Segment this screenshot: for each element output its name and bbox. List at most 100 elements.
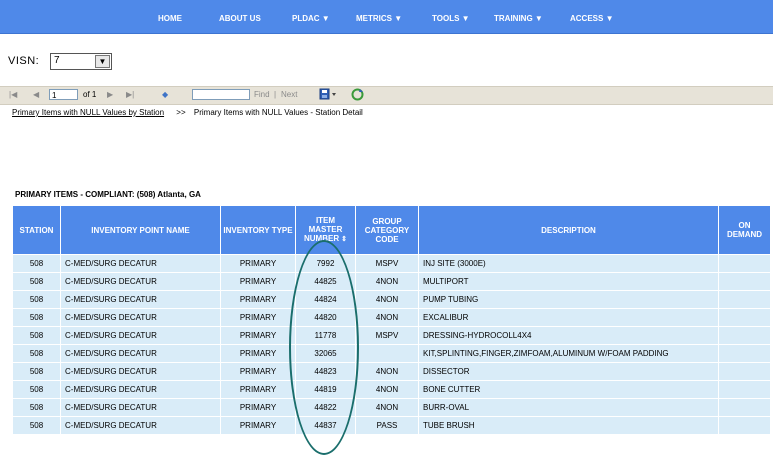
top-nav-bar: HOME ABOUT US PLDAC ▼ METRICS ▼ TOOLS ▼ … [0, 0, 773, 34]
table-cell: 4NON [355, 362, 419, 381]
chevron-down-icon[interactable]: ▼ [95, 55, 110, 68]
item-master-number-label: ITEM MASTER NUMBER [304, 216, 343, 243]
table-cell: 508 [12, 308, 61, 327]
table-cell [718, 326, 771, 345]
table-cell: PRIMARY [220, 308, 296, 327]
table-cell: 44837 [295, 416, 356, 435]
table-cell: DISSECTOR [418, 362, 719, 381]
table-cell: 32065 [295, 344, 356, 363]
table-cell: 44825 [295, 272, 356, 291]
last-page-icon[interactable]: ▶| [126, 90, 134, 99]
table-cell: 44819 [295, 380, 356, 399]
table-row: 508 C-MED/SURG DECATUR PRIMARY 44825 4NON MUL… [12, 272, 771, 291]
table-cell [718, 344, 771, 363]
visn-select[interactable]: 7 ▼ [50, 53, 112, 70]
report-toolbar: |◀ ◀ 1 of 1 ▶ ▶| ◆ Find | Next [0, 86, 773, 105]
table-row: 508 C-MED/SURG DECATUR PRIMARY 11778 MSPV DRE… [12, 326, 771, 345]
table-row: 508 C-MED/SURG DECATUR PRIMARY 44819 4NON BON… [12, 380, 771, 399]
next-link[interactable]: Next [281, 90, 297, 99]
page-number-input[interactable]: 1 [49, 89, 78, 100]
find-link[interactable]: Find [254, 90, 270, 99]
visn-label: VISN: [8, 55, 40, 67]
table-cell: 11778 [295, 326, 356, 345]
table-cell: PRIMARY [220, 344, 296, 363]
column-header-group-category-code[interactable]: GROUP CATEGORY CODE [355, 205, 419, 255]
table-row: 508 C-MED/SURG DECATUR PRIMARY 44823 4NON DIS… [12, 362, 771, 381]
column-header-on-demand[interactable]: ON DEMAND [718, 205, 771, 255]
table-cell: 44823 [295, 362, 356, 381]
table-cell: 508 [12, 290, 61, 309]
table-cell: C-MED/SURG DECATUR [60, 272, 221, 291]
previous-page-icon[interactable]: ◀ [33, 90, 39, 99]
table-row: 508 C-MED/SURG DECATUR PRIMARY 44837 PASS TUB… [12, 416, 771, 435]
report-title: PRIMARY ITEMS - COMPLIANT: (508) Atlanta… [15, 190, 201, 199]
sort-icon[interactable]: ⇕ [341, 236, 347, 243]
table-cell [718, 254, 771, 273]
find-input[interactable] [192, 89, 250, 100]
table-cell [718, 272, 771, 291]
table-cell: C-MED/SURG DECATUR [60, 290, 221, 309]
table-cell: C-MED/SURG DECATUR [60, 398, 221, 417]
export-icon[interactable] [319, 88, 337, 102]
table-cell: 508 [12, 380, 61, 399]
table-cell [718, 380, 771, 399]
nav-metrics[interactable]: METRICS ▼ [356, 0, 402, 33]
table-cell: 508 [12, 398, 61, 417]
column-header-item-master-number[interactable]: ITEM MASTER NUMBER ⇕ [295, 205, 356, 255]
table-cell: MULTIPORT [418, 272, 719, 291]
table-cell: 4NON [355, 380, 419, 399]
table-cell: PRIMARY [220, 380, 296, 399]
toolbar-separator: | [274, 90, 277, 99]
table-cell: PRIMARY [220, 290, 296, 309]
column-header-description[interactable]: DESCRIPTION [418, 205, 719, 255]
visn-selected-value: 7 [54, 55, 60, 66]
table-cell [718, 398, 771, 417]
table-cell: C-MED/SURG DECATUR [60, 308, 221, 327]
table-cell: 508 [12, 416, 61, 435]
table-cell [718, 362, 771, 381]
column-header-station[interactable]: STATION [12, 205, 61, 255]
table-row: 508 C-MED/SURG DECATUR PRIMARY 7992 MSPV INJ … [12, 254, 771, 273]
table-cell: 508 [12, 254, 61, 273]
table-cell: 44820 [295, 308, 356, 327]
table-cell: 508 [12, 344, 61, 363]
breadcrumb: Primary Items with NULL Values by Statio… [12, 108, 363, 117]
table-cell: 4NON [355, 398, 419, 417]
table-cell [718, 290, 771, 309]
table-cell: PASS [355, 416, 419, 435]
table-cell: PRIMARY [220, 416, 296, 435]
nav-tools[interactable]: TOOLS ▼ [432, 0, 470, 33]
table-cell: 4NON [355, 272, 419, 291]
refresh-icon[interactable] [351, 88, 364, 103]
table-cell: C-MED/SURG DECATUR [60, 326, 221, 345]
table-cell: PRIMARY [220, 398, 296, 417]
column-header-inventory-type[interactable]: INVENTORY TYPE [220, 205, 296, 255]
table-body: 508 C-MED/SURG DECATUR PRIMARY 7992 MSPV INJ … [12, 254, 771, 435]
table-cell: EXCALIBUR [418, 308, 719, 327]
table-cell [718, 308, 771, 327]
table-cell: PRIMARY [220, 326, 296, 345]
nav-access[interactable]: ACCESS ▼ [570, 0, 613, 33]
first-page-icon[interactable]: |◀ [9, 90, 17, 99]
nav-home[interactable]: HOME [158, 0, 182, 33]
nav-training[interactable]: TRAINING ▼ [494, 0, 543, 33]
table-cell: C-MED/SURG DECATUR [60, 344, 221, 363]
primary-items-table: STATION INVENTORY POINT NAME INVENTORY T… [12, 205, 771, 435]
table-cell: 508 [12, 326, 61, 345]
nav-pldac[interactable]: PLDAC ▼ [292, 0, 330, 33]
table-cell: 508 [12, 272, 61, 291]
table-cell: PUMP TUBING [418, 290, 719, 309]
column-header-inventory-point-name[interactable]: INVENTORY POINT NAME [60, 205, 221, 255]
breadcrumb-link-parent[interactable]: Primary Items with NULL Values by Statio… [12, 108, 164, 117]
table-row: 508 C-MED/SURG DECATUR PRIMARY 44824 4NON PUM… [12, 290, 771, 309]
table-cell: PRIMARY [220, 254, 296, 273]
table-cell: TUBE BRUSH [418, 416, 719, 435]
table-cell: DRESSING-HYDROCOLL4X4 [418, 326, 719, 345]
back-to-parent-icon[interactable]: ◆ [162, 90, 168, 99]
nav-about-us[interactable]: ABOUT US [219, 0, 261, 33]
table-row: 508 C-MED/SURG DECATUR PRIMARY 44822 4NON BUR… [12, 398, 771, 417]
next-page-icon[interactable]: ▶ [107, 90, 113, 99]
table-cell: 44822 [295, 398, 356, 417]
breadcrumb-current: Primary Items with NULL Values - Station… [193, 108, 363, 117]
breadcrumb-separator: >> [176, 108, 186, 117]
